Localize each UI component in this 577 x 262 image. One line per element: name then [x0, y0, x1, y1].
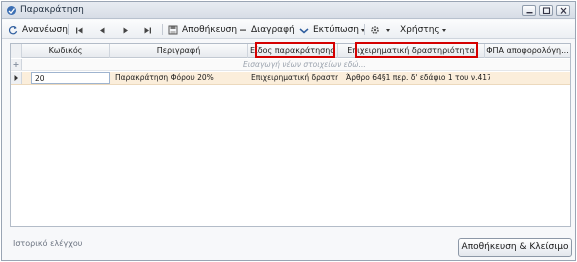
new-row-indicator: [11, 59, 22, 70]
save-close-button[interactable]: Αποθήκευση & Κλείσιμο: [458, 238, 572, 257]
refresh-icon: [8, 26, 18, 35]
user-menu-button[interactable]: Χρήστης: [400, 23, 446, 37]
chevron-down-icon: [386, 28, 390, 32]
last-record-button[interactable]: [143, 23, 156, 37]
toolbar-separator: [68, 24, 69, 35]
title-bar: Παρακράτηση: [2, 2, 575, 19]
column-header-description[interactable]: Περιγραφή: [110, 44, 248, 58]
cell-vat[interactable]: [490, 72, 570, 85]
table-row[interactable]: 20 Παρακράτηση Φόρου 20% Επιχειρηματική …: [11, 72, 570, 85]
row-indicator-header: [11, 44, 22, 58]
print-button[interactable]: Εκτύπωση: [299, 23, 365, 37]
highlight-business-activity: [355, 42, 478, 58]
new-row-placeholder: Εισαγωγή νέων στοιχείων εδώ...: [243, 60, 366, 69]
cell-code[interactable]: 20: [31, 72, 110, 84]
history-link[interactable]: Ιστορικό ελέγχου: [13, 239, 82, 248]
column-header-vat[interactable]: ΦΠΑ αποφορολόγη...: [485, 44, 570, 58]
cell-description[interactable]: Παρακράτηση Φόρου 20%: [112, 72, 248, 85]
toolbar-separator: [162, 24, 163, 35]
refresh-button[interactable]: Ανανέωση: [8, 23, 68, 37]
cell-withholding-type[interactable]: Επιχειρηματική δραστηριότ...: [248, 72, 338, 85]
save-icon: [168, 25, 178, 35]
current-row-indicator: [11, 72, 22, 84]
delete-button[interactable]: Διαγραφή: [239, 23, 295, 37]
next-record-button[interactable]: [121, 23, 134, 37]
next-icon: [123, 27, 128, 33]
first-record-button[interactable]: [75, 23, 88, 37]
delete-icon: [240, 29, 246, 31]
refresh-label: Ανανέωση: [22, 25, 68, 35]
first-record-icon: [76, 27, 83, 33]
highlight-withholding-type: [255, 42, 335, 58]
delete-label: Διαγραφή: [251, 25, 295, 35]
settings-button[interactable]: [370, 23, 390, 37]
save-label: Αποθήκευση: [182, 25, 238, 35]
column-header-code[interactable]: Κωδικός: [22, 44, 110, 58]
last-record-icon: [144, 27, 151, 33]
print-label: Εκτύπωση: [313, 25, 359, 35]
toolbar-separator: [364, 24, 365, 35]
window-title: Παρακράτηση: [20, 5, 84, 15]
new-row[interactable]: Εισαγωγή νέων στοιχείων εδώ...: [11, 59, 570, 71]
chevron-down-icon: [441, 28, 446, 32]
previous-record-button[interactable]: [98, 23, 111, 37]
gear-icon: [371, 26, 379, 34]
user-label: Χρήστης: [400, 25, 440, 35]
app-icon: [6, 5, 17, 16]
previous-icon: [100, 27, 105, 33]
maximize-button[interactable]: [539, 5, 553, 16]
close-button[interactable]: [556, 5, 570, 16]
print-icon: [299, 28, 309, 34]
minimize-button[interactable]: [522, 5, 536, 16]
cell-business-activity[interactable]: Άρθρο 64§1 περ. δ' εδάφιο 1 του ν.4172/2…: [343, 72, 490, 85]
records-grid: Κωδικός Περιγραφή Είδος παρακράτησης Επι…: [10, 43, 571, 227]
dialog-window: Παρακράτηση Ανανέωση Αποθήκευση Διαγραφή…: [1, 1, 576, 261]
save-button[interactable]: Αποθήκευση: [168, 23, 237, 37]
toolbar: Ανανέωση Αποθήκευση Διαγραφή Εκτύπωση Χρ…: [2, 20, 575, 39]
